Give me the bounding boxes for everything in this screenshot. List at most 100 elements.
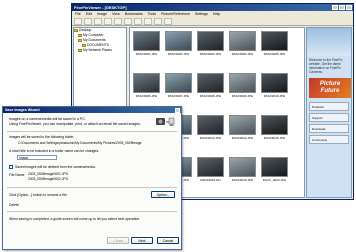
thumbnail-caption: DSCF0003.JPG xyxy=(199,52,222,56)
thumbnail[interactable]: DSCF0003.JPG xyxy=(197,31,224,56)
thumbnail[interactable]: DSCF0014.JPG xyxy=(229,115,256,140)
folder-name-label: A short title to be included in a folder… xyxy=(9,149,100,153)
thumbnail-image xyxy=(165,31,192,51)
thumbnail-image xyxy=(165,73,192,93)
thumbnail-caption: DSCF0013.JPG xyxy=(199,136,222,140)
info-panel: Welcome to the FinePix website. Get the … xyxy=(306,27,352,198)
footer-note: When saving is completed, a guide screen… xyxy=(9,217,141,221)
thumbnail-image xyxy=(197,31,224,51)
options-label: Click [Option...] button to rename a fil… xyxy=(9,193,68,197)
dialog-title: Save Images Wizard xyxy=(5,108,40,112)
info-link[interactable]: Support xyxy=(309,113,349,122)
thumbnail-image xyxy=(229,157,256,177)
folder-icon xyxy=(78,34,82,37)
thumbnail-image xyxy=(261,115,288,135)
thumbnail[interactable]: DSCF0001.JPG xyxy=(133,31,160,56)
info-link[interactable]: Community xyxy=(309,135,349,144)
menu-tools[interactable]: Tools xyxy=(148,11,156,17)
file-name-label: File Name xyxy=(9,173,25,177)
thumbnail[interactable]: DSCF0015.JPG xyxy=(261,115,288,140)
menu-file[interactable]: File xyxy=(75,11,81,17)
thumbnail[interactable]: DSCF0009.JPG xyxy=(229,73,256,98)
thumbnail-caption: DSCF0001.JPG xyxy=(135,52,158,56)
close-button[interactable] xyxy=(346,5,352,10)
info-panel-text: Welcome to the FinePix website. Get the … xyxy=(309,58,343,74)
thumbnail[interactable]: DSCF0019.JPG xyxy=(229,157,256,182)
divider xyxy=(7,187,177,188)
viewer-title: FinePixViewer - [DESKTOP] xyxy=(74,5,127,10)
thumbnail-image xyxy=(229,31,256,51)
thumbnail[interactable]: DSCF0005.JPG xyxy=(261,31,288,56)
thumbnail-caption: DSCF_0020.JPG xyxy=(262,178,287,182)
thumbnail-caption: DSCF0019.JPG xyxy=(231,178,254,182)
thumbnail-image xyxy=(133,31,160,51)
thumbnail-caption: DSCF0018.AVI xyxy=(200,178,221,182)
dialog-title-bar: Save Images Wizard xyxy=(3,107,181,113)
toolbar-button[interactable] xyxy=(124,18,132,25)
thumbnail-image xyxy=(197,73,224,93)
folder-icon xyxy=(78,39,82,42)
toolbar-button[interactable] xyxy=(94,18,102,25)
thumbnail[interactable]: DSCF0007.JPG xyxy=(165,73,192,98)
info-panel-banner xyxy=(307,28,351,56)
thumbnail-caption: DSCF0009.JPG xyxy=(231,94,254,98)
toolbar-button[interactable] xyxy=(134,18,142,25)
thumbnail[interactable]: DSCF0008.JPG xyxy=(197,73,224,98)
window-controls xyxy=(332,5,352,10)
menu-help[interactable]: Help xyxy=(213,11,220,17)
delete-after-save-label: Saved images will be deleted from the ca… xyxy=(15,165,96,169)
folder-icon xyxy=(82,44,86,47)
toolbar-button[interactable] xyxy=(144,18,152,25)
thumbnail-caption: DSCF0002.JPG xyxy=(167,52,190,56)
thumbnail[interactable]: DSCF0018.AVI xyxy=(197,157,224,182)
option-button[interactable]: Option... xyxy=(151,191,175,198)
minimize-button[interactable] xyxy=(332,5,338,10)
folder-name-input[interactable]: Image xyxy=(17,155,57,160)
thumbnail-caption: DSCF0014.JPG xyxy=(231,136,254,140)
menu-settings[interactable]: Settings xyxy=(195,11,208,17)
thumbnail[interactable]: DSCF0002.JPG xyxy=(165,31,192,56)
picture-future-logo[interactable]: Picture Future xyxy=(309,78,351,98)
thumbnail-image xyxy=(197,157,224,177)
divider xyxy=(7,131,177,132)
thumbnail[interactable]: DSCF0010.JPG xyxy=(261,73,288,98)
folder-icon xyxy=(74,29,78,32)
thumbnail-image xyxy=(261,157,288,177)
thumbnail-caption: DSCF0015.JPG xyxy=(263,136,286,140)
next-button[interactable]: Next xyxy=(131,237,153,244)
toolbar-button[interactable] xyxy=(74,18,82,25)
thumbnail-caption: DSCF0010.JPG xyxy=(263,94,286,98)
destination-path: C:\Documents and Settings\panasonic\My D… xyxy=(18,141,142,145)
divider xyxy=(7,211,177,212)
thumbnail[interactable]: DSCF0006.JPG xyxy=(133,73,160,98)
toolbar xyxy=(72,17,353,26)
thumbnail-image xyxy=(197,115,224,135)
folder-icon xyxy=(78,49,82,52)
tree-item-network[interactable]: My Network Places xyxy=(74,48,126,53)
thumbnail[interactable]: DSCF0004.JPG xyxy=(229,31,256,56)
menu-picture-reference[interactable]: Picture/Reference xyxy=(161,11,190,17)
camera-to-pc-icon xyxy=(156,117,175,126)
thumbnail-image xyxy=(261,73,288,93)
toolbar-button[interactable] xyxy=(84,18,92,25)
toolbar-button[interactable] xyxy=(114,18,122,25)
info-link[interactable]: Products xyxy=(309,102,349,111)
menu-image[interactable]: Image xyxy=(97,11,107,17)
dialog-close-button[interactable] xyxy=(175,107,180,113)
delete-after-save-checkbox[interactable] xyxy=(9,165,13,169)
destination-label: Images will be saved to the following fo… xyxy=(9,135,75,139)
thumbnail-caption: DSCF0007.JPG xyxy=(167,94,190,98)
menu-edit[interactable]: Edit xyxy=(86,11,92,17)
back-button[interactable]: < Back xyxy=(107,237,129,244)
thumbnail[interactable]: DSCF_0020.JPG xyxy=(261,157,288,182)
toolbar-button[interactable] xyxy=(164,18,172,25)
maximize-button[interactable] xyxy=(339,5,345,10)
menu-bookmarks[interactable]: Bookmarks xyxy=(125,11,143,17)
menu-view[interactable]: View xyxy=(112,11,120,17)
info-link[interactable]: Download xyxy=(309,124,349,133)
toolbar-button[interactable] xyxy=(154,18,162,25)
cancel-button[interactable]: Cancel xyxy=(157,237,179,244)
dialog-header: Images on a camera/media will be saved i… xyxy=(9,117,151,127)
toolbar-button[interactable] xyxy=(104,18,112,25)
thumbnail[interactable]: DSCF0013.JPG xyxy=(197,115,224,140)
